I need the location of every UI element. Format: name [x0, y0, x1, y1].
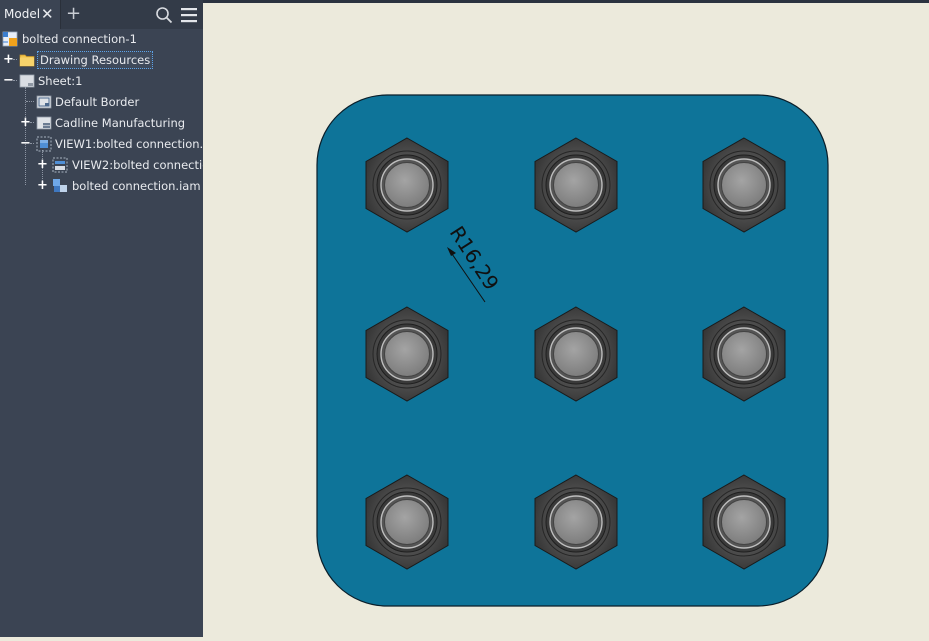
border-icon [36, 95, 52, 109]
close-icon[interactable]: ✕ [41, 6, 54, 22]
expand-toggle[interactable]: + [37, 176, 48, 196]
sheet-icon [19, 74, 35, 88]
plus-icon[interactable]: + [66, 4, 81, 24]
drawing-icon [2, 31, 18, 47]
tree-item-label: Drawing Resources [37, 51, 154, 69]
assembly-icon [53, 179, 67, 192]
tree-item-label: bolted connection-1 [22, 32, 137, 46]
search-icon[interactable] [155, 6, 173, 24]
collapse-toggle[interactable]: − [3, 71, 14, 91]
tree-item-label: Cadline Manufacturing [55, 116, 186, 130]
tab-model[interactable]: Model ✕ [0, 0, 61, 29]
expand-toggle[interactable]: + [3, 50, 14, 70]
drawing-view: R16,29 [316, 94, 829, 607]
tree-item-default-border[interactable]: Default Border [0, 92, 139, 112]
collapse-toggle[interactable]: − [20, 134, 31, 154]
tree-item-label: bolted connection.iam [72, 179, 201, 193]
tree-item-label: VIEW1:bolted connection.iam [55, 137, 225, 151]
tree-item-label: Sheet:1 [38, 74, 83, 88]
tab-model-label: Model [4, 7, 41, 21]
tree-item-bolted-connection-1[interactable]: bolted connection-1 [0, 29, 137, 49]
model-browser-panel: Model ✕ + bolted connection-1 + Drawing … [0, 0, 242, 637]
view-icon [36, 136, 52, 152]
expand-toggle[interactable]: + [37, 155, 48, 175]
tree-item-bolted-connection-iam[interactable]: + bolted connection.iam [0, 176, 201, 196]
hamburger-menu-icon[interactable] [181, 7, 197, 23]
tree-item-label: Default Border [55, 95, 140, 109]
folder-icon [19, 54, 35, 67]
view-icon [52, 157, 68, 173]
tree-item-drawing-resources[interactable]: + Drawing Resources [0, 50, 154, 70]
tree-item-cadline-manufacturing[interactable]: + Cadline Manufacturing [0, 113, 185, 133]
title-block-icon [36, 116, 52, 130]
tree-item-sheet-1[interactable]: − Sheet:1 [0, 71, 82, 91]
expand-toggle[interactable]: + [20, 113, 31, 133]
bolt-pattern[interactable] [365, 137, 786, 570]
browser-tab-bar: Model ✕ + [0, 0, 203, 29]
tree-item-view1[interactable]: − VIEW1:bolted connection.iam [0, 134, 225, 154]
drawing-canvas[interactable]: R16,29 [203, 3, 929, 637]
